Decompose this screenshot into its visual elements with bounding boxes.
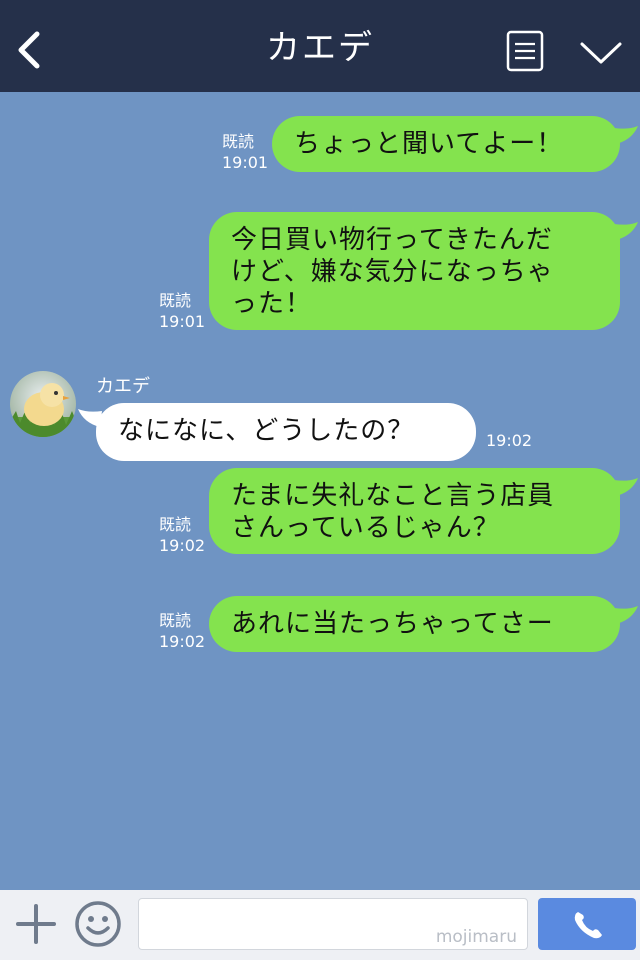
message-line: さんっているじゃん？ xyxy=(231,513,500,543)
sent-message-bubble[interactable]: 今日買い物行ってきたんだ けど、嫌な気分になっちゃ った！ xyxy=(209,212,638,330)
message-meta: 既読 19:02 xyxy=(159,514,205,556)
watermark-text: mojimaru xyxy=(435,927,517,947)
collapse-button[interactable] xyxy=(578,34,624,70)
sent-message-bubble[interactable]: ちょっと聞いてよー！ xyxy=(272,116,638,172)
received-message-bubble[interactable]: なになに、どうしたの？ xyxy=(78,403,476,461)
message-time: 19:02 xyxy=(159,536,206,555)
message-line: けど、嫌な気分になっちゃ xyxy=(231,257,554,287)
message-line: った！ xyxy=(231,289,313,319)
message-time: 19:01 xyxy=(222,153,269,172)
chick-avatar-image xyxy=(10,371,76,437)
message-time: 19:02 xyxy=(159,632,206,651)
smiley-icon xyxy=(75,901,121,947)
read-receipt: 既読 xyxy=(222,132,255,151)
message-text: ちょっと聞いてよー！ xyxy=(294,129,564,159)
message-meta: 既読 19:01 xyxy=(159,290,205,332)
chat-title: カエデ xyxy=(266,28,374,68)
bubble-tail xyxy=(614,478,638,496)
read-receipt: 既読 xyxy=(159,611,192,630)
plus-icon xyxy=(16,904,56,944)
document-list-icon xyxy=(506,30,544,72)
message-time: 19:02 xyxy=(486,431,533,450)
sender-name: カエデ xyxy=(96,376,150,397)
message-meta: 既読 19:02 xyxy=(159,610,205,652)
message-meta: 既読 19:01 xyxy=(222,131,268,173)
chat-header: カエデ xyxy=(0,0,640,92)
emoji-button[interactable] xyxy=(74,900,122,948)
message-input[interactable]: mojimaru xyxy=(138,898,528,950)
bubble-tail xyxy=(614,606,638,624)
bubble-tail xyxy=(614,126,638,144)
read-receipt: 既読 xyxy=(159,291,192,310)
contact-avatar[interactable] xyxy=(10,371,76,437)
message-line: たまに失礼なこと言う店員 xyxy=(231,481,555,511)
add-attachment-button[interactable] xyxy=(14,902,58,946)
sent-message-bubble[interactable]: たまに失礼なこと言う店員 さんっているじゃん？ xyxy=(209,468,638,554)
menu-button[interactable] xyxy=(506,30,544,72)
bubble-tail xyxy=(614,222,638,240)
message-time: 19:01 xyxy=(159,312,206,331)
message-text: なになに、どうしたの？ xyxy=(118,416,415,446)
phone-icon xyxy=(574,912,602,939)
sent-message-bubble[interactable]: あれに当たっちゃってさー xyxy=(209,596,638,652)
read-receipt: 既読 xyxy=(159,515,192,534)
message-line: 今日買い物行ってきたんだ xyxy=(231,225,553,255)
chevron-down-icon xyxy=(580,42,622,64)
bubble-tail xyxy=(78,409,102,427)
message-text: あれに当たっちゃってさー xyxy=(231,609,554,639)
call-button[interactable] xyxy=(538,898,636,950)
